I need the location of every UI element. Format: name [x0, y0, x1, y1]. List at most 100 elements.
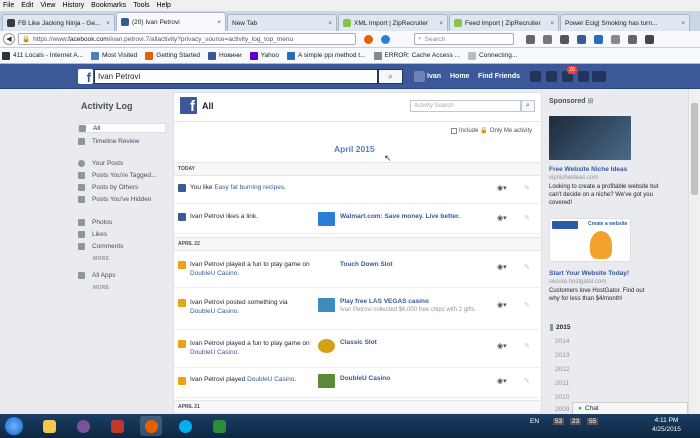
- sidebar-item-likes[interactable]: Likes: [78, 229, 166, 239]
- menu-icon[interactable]: [645, 34, 654, 44]
- tab-power-ecig[interactable]: Power Ecig| Smoking has turn... ×: [560, 14, 690, 31]
- taskbar-app[interactable]: [106, 416, 128, 436]
- search-input[interactable]: ⌕ Search: [414, 33, 514, 45]
- doubleu-casino-thumbnail[interactable]: [318, 374, 335, 388]
- year-2010[interactable]: 2010: [550, 394, 569, 401]
- facebook-logo[interactable]: f: [78, 69, 93, 84]
- start-button[interactable]: [4, 416, 24, 436]
- activity-search-input[interactable]: Activity Search: [410, 100, 521, 112]
- classic-slot-thumbnail[interactable]: [318, 339, 335, 353]
- bookmark-item[interactable]: Yahoo: [249, 51, 279, 60]
- privacy-globe-icon[interactable]: ◉▾: [497, 214, 507, 222]
- tab-fb-like-jacking[interactable]: FB Like Jacking Ninja - Ge... ×: [2, 14, 115, 31]
- sidebar-item-timeline-review[interactable]: Timeline Review: [78, 136, 166, 146]
- privacy-globe-icon[interactable]: ◉▾: [497, 377, 507, 385]
- tab-xml-import[interactable]: XML Import | ZipRecruiter ×: [338, 14, 448, 31]
- tray-counter[interactable]: 53: [552, 418, 565, 425]
- bookmarks-menu-icon[interactable]: [543, 34, 552, 44]
- bookmark-item[interactable]: Connecting...: [468, 51, 517, 60]
- sidebar-item-comments[interactable]: Comments: [78, 241, 166, 251]
- privacy-globe-icon[interactable]: ◉▾: [497, 301, 507, 309]
- ad-title[interactable]: Free Website Niche Ideas: [549, 166, 627, 173]
- tab-new-tab[interactable]: New Tab ×: [227, 14, 337, 31]
- edit-pencil-icon[interactable]: ✎: [524, 184, 530, 192]
- pen-icon[interactable]: [628, 34, 637, 44]
- taskbar-app[interactable]: [208, 416, 230, 436]
- privacy-globe-icon[interactable]: ◉▾: [497, 184, 507, 192]
- more-link[interactable]: MORE: [93, 256, 109, 262]
- edit-pencil-icon[interactable]: ✎: [524, 342, 530, 350]
- app-link[interactable]: DoubleU Casino.: [190, 348, 310, 357]
- profile-link[interactable]: Ivan: [427, 73, 441, 80]
- bookmark-item[interactable]: Getting Started: [145, 51, 200, 60]
- close-icon[interactable]: ×: [102, 20, 110, 27]
- chat-icon[interactable]: [611, 34, 620, 44]
- include-only-me-toggle[interactable]: Include 🔒 Only Me activity: [451, 127, 532, 134]
- scrollbar-thumb[interactable]: [691, 103, 698, 195]
- tab-feed-import[interactable]: Feed Import | ZipRecruiter ×: [449, 14, 559, 31]
- close-icon[interactable]: ×: [677, 20, 685, 27]
- home-icon[interactable]: [577, 34, 586, 44]
- privacy-shortcuts-icon[interactable]: [578, 71, 589, 82]
- sidebar-item-tagged[interactable]: Posts You're Tagged...: [78, 170, 166, 180]
- find-friends-link[interactable]: Find Friends: [478, 73, 520, 80]
- taskbar-firefox[interactable]: [140, 416, 162, 436]
- tray-counter[interactable]: 23: [569, 418, 582, 425]
- vertical-scrollbar[interactable]: [688, 89, 700, 414]
- ad-image[interactable]: Create a website: [549, 218, 631, 262]
- url-bar[interactable]: 🔒 https://www. facebook.com/ivan.petrovi.…: [18, 33, 356, 45]
- ad-choices-icon[interactable]: ⊞: [588, 98, 594, 105]
- post-title[interactable]: Play free LAS VEGAS casino: [340, 298, 429, 305]
- walmart-thumbnail[interactable]: [318, 212, 335, 226]
- language-indicator[interactable]: EN: [530, 418, 539, 425]
- year-2015[interactable]: 2015: [550, 324, 570, 331]
- app-link[interactable]: DoubleU Casino.: [190, 307, 288, 316]
- casino-thumbnail[interactable]: [318, 298, 335, 312]
- game-title[interactable]: DoubleU Casino: [340, 375, 390, 382]
- close-icon[interactable]: ×: [324, 20, 332, 27]
- avatar[interactable]: [414, 71, 425, 82]
- year-2012[interactable]: 2012: [550, 366, 569, 373]
- bookmark-item[interactable]: ERROR: Cache Access ...: [373, 51, 460, 60]
- edit-pencil-icon[interactable]: ✎: [524, 263, 530, 271]
- close-icon[interactable]: ×: [435, 20, 443, 27]
- sidebar-item-photos[interactable]: Photos: [78, 217, 166, 227]
- bookmark-item[interactable]: Most Visited: [90, 51, 137, 60]
- menu-edit[interactable]: Edit: [21, 2, 33, 9]
- bookmark-star-icon[interactable]: [526, 34, 535, 44]
- game-title[interactable]: Touch Down Slot: [340, 261, 393, 268]
- sidebar-item-hidden[interactable]: Posts You've Hidden: [78, 194, 166, 204]
- addon-icon[interactable]: [381, 34, 390, 44]
- taskbar-skype[interactable]: [174, 416, 196, 436]
- settings-dropdown-icon[interactable]: [592, 71, 606, 82]
- tab-ivan-petrovi[interactable]: (20) Ivan Petrovi ×: [116, 12, 226, 31]
- sidebar-item-all-apps[interactable]: All Apps: [78, 270, 166, 280]
- menu-view[interactable]: View: [40, 2, 55, 9]
- bookmark-item[interactable]: 411 Locals - Internet A...: [2, 51, 83, 60]
- taskbar-viber[interactable]: [72, 416, 94, 436]
- menu-tools[interactable]: Tools: [133, 2, 149, 9]
- close-icon[interactable]: ×: [546, 20, 554, 27]
- more-link[interactable]: MORE: [93, 285, 109, 291]
- search-icon[interactable]: ⌕: [521, 100, 535, 112]
- ad-image[interactable]: [549, 116, 631, 160]
- ad-title[interactable]: Start Your Website Today!: [549, 270, 629, 277]
- menu-help[interactable]: Help: [157, 2, 171, 9]
- home-link[interactable]: Home: [450, 73, 469, 80]
- year-2014[interactable]: 2014: [550, 338, 569, 345]
- menu-bookmarks[interactable]: Bookmarks: [91, 2, 126, 9]
- edit-pencil-icon[interactable]: ✎: [524, 377, 530, 385]
- firefox-addon-icon[interactable]: [364, 34, 373, 44]
- edit-pencil-icon[interactable]: ✎: [524, 301, 530, 309]
- app-link[interactable]: DoubleU Casino.: [190, 269, 310, 278]
- menu-file[interactable]: File: [3, 2, 14, 9]
- checkbox[interactable]: [451, 127, 457, 134]
- search-icon[interactable]: ⌕: [378, 69, 403, 84]
- close-icon[interactable]: ×: [213, 19, 221, 26]
- privacy-globe-icon[interactable]: ◉▾: [497, 263, 507, 271]
- addon-icon[interactable]: [594, 34, 603, 44]
- app-link[interactable]: DoubleU Casino: [247, 376, 294, 383]
- sidebar-item-your-posts[interactable]: Your Posts: [78, 158, 166, 168]
- clock[interactable]: 4:11 PM 4/25/2015: [652, 416, 681, 434]
- privacy-globe-icon[interactable]: ◉▾: [497, 342, 507, 350]
